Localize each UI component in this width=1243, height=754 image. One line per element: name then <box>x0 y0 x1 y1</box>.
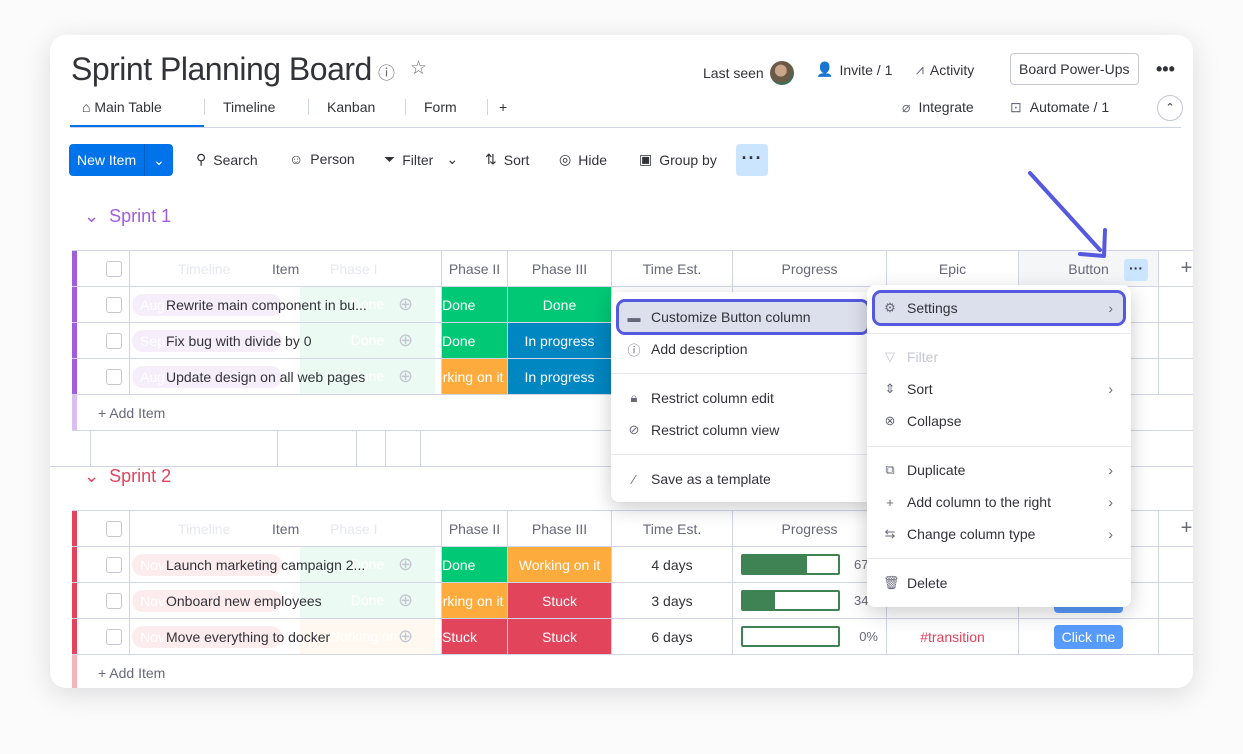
pointer-arrow-icon <box>1028 171 1107 258</box>
